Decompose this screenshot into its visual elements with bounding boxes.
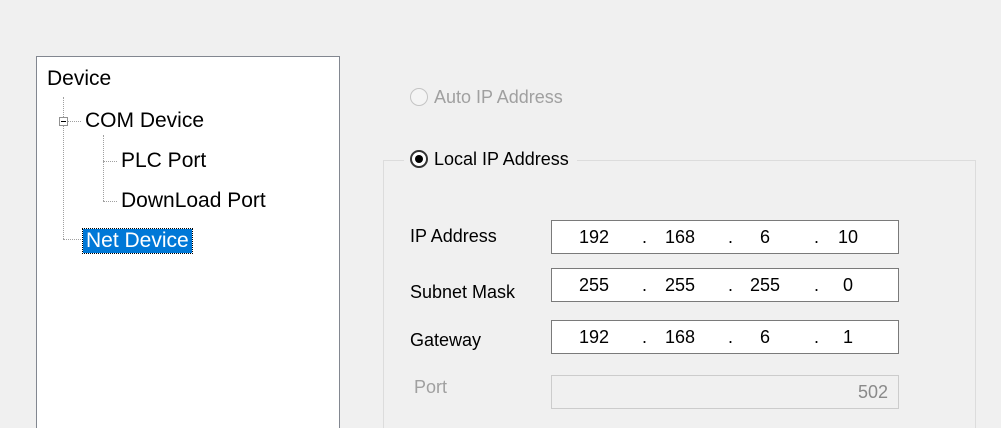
octet: 6 [759, 327, 770, 347]
dot-separator: . [642, 275, 648, 295]
auto-ip-radio-row: Auto IP Address [410, 86, 563, 108]
tree-connector [103, 161, 117, 162]
dot-separator: . [814, 227, 820, 247]
local-ip-radio-row[interactable]: Local IP Address [404, 148, 577, 170]
device-tree[interactable]: Device COM Device PLC Port DownLoad Port… [36, 56, 340, 428]
port-value: 502 [857, 382, 888, 402]
tree-connector [103, 135, 104, 201]
subnet-mask-label: Subnet Mask [410, 282, 516, 302]
tree-item-download-port[interactable]: DownLoad Port [121, 189, 266, 213]
collapse-icon[interactable] [59, 117, 68, 126]
local-ip-radio[interactable] [410, 150, 428, 168]
octet: 255 [749, 275, 781, 295]
octet: 192 [578, 227, 610, 247]
gateway-label: Gateway [410, 330, 482, 350]
ip-address-label: IP Address [410, 226, 497, 246]
tree-connector [63, 239, 83, 240]
port-input: 502 [551, 375, 899, 409]
subnet-mask-input[interactable]: 255 . 255 . 255 . 0 [551, 268, 899, 302]
dot-separator: . [728, 327, 734, 347]
ip-address-input[interactable]: 192 . 168 . 6 . 10 [551, 220, 899, 254]
port-label: Port [414, 377, 448, 397]
octet: 168 [664, 227, 696, 247]
tree-item-com-device[interactable]: COM Device [85, 109, 204, 133]
octet: 255 [664, 275, 696, 295]
dot-separator: . [728, 227, 734, 247]
octet: 1 [842, 327, 853, 347]
octet: 0 [842, 275, 853, 295]
dot-separator: . [814, 275, 820, 295]
octet: 192 [578, 327, 610, 347]
auto-ip-label: Auto IP Address [434, 87, 563, 107]
dot-separator: . [642, 227, 648, 247]
dot-separator: . [642, 327, 648, 347]
octet: 10 [837, 227, 859, 247]
gateway-input[interactable]: 192 . 168 . 6 . 1 [551, 320, 899, 354]
tree-connector [67, 121, 81, 122]
octet: 6 [759, 227, 770, 247]
local-ip-label[interactable]: Local IP Address [434, 148, 569, 170]
dot-separator: . [728, 275, 734, 295]
tree-item-plc-port[interactable]: PLC Port [121, 149, 206, 173]
tree-item-net-device[interactable]: Net Device [82, 228, 193, 254]
tree-item-device[interactable]: Device [47, 67, 111, 91]
octet: 168 [664, 327, 696, 347]
tree-connector [103, 201, 117, 202]
auto-ip-radio [410, 88, 428, 106]
dot-separator: . [814, 327, 820, 347]
octet: 255 [578, 275, 610, 295]
